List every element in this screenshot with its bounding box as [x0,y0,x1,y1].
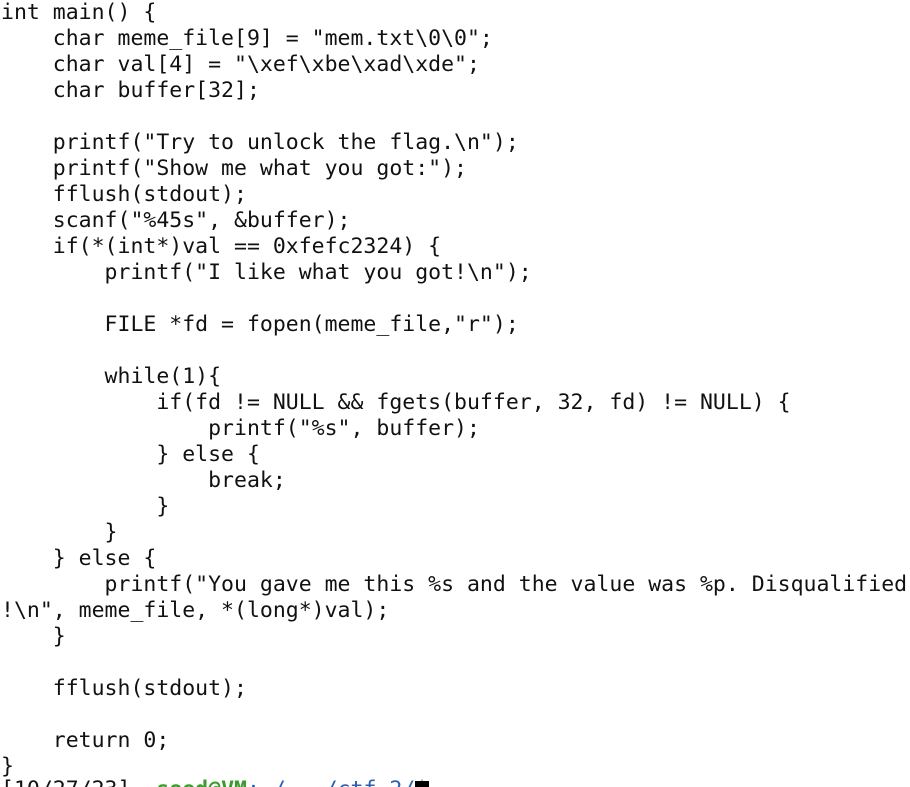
code-line: printf("%s", buffer); [1,416,480,441]
code-line: } [1,624,66,649]
code-line: FILE *fd = fopen(meme_file,"r"); [1,312,519,337]
code-line: return 0; [1,728,170,753]
code-line: fflush(stdout); [1,676,247,701]
code-line: fflush(stdout); [1,182,247,207]
prompt-path: :~/.../ctf_2/$ [247,777,428,787]
code-line: char val[4] = "\xef\xbe\xad\xde"; [1,52,480,77]
shell-prompt: [10/27/23] seed@VM:~/.../ctf_2/$ [1,777,428,787]
code-line: !\n", meme_file, *(long*)val); [1,598,390,623]
prompt-timestamp: [10/27/23] [1,777,130,787]
code-line: break; [1,468,286,493]
code-line: if(fd != NULL && fgets(buffer, 32, fd) !… [1,390,791,415]
code-line: } [1,520,118,545]
code-line: } [1,494,170,519]
code-line: int main() { [1,0,157,25]
code-line: printf("I like what you got!\n"); [1,260,532,285]
code-line: while(1){ [1,364,222,389]
code-line: printf("Show me what you got:"); [1,156,467,181]
code-line: } else { [1,546,157,571]
code-line: char meme_file[9] = "mem.txt\0\0"; [1,26,493,51]
code-line: char buffer[32]; [1,78,260,103]
code-line: scanf("%45s", &buffer); [1,208,351,233]
code-line: printf("Try to unlock the flag.\n"); [1,130,519,155]
code-line: } else { [1,442,260,467]
prompt-user: seed@VM [156,777,247,787]
terminal-cursor [415,781,429,787]
terminal-window[interactable]: int main() { char meme_file[9] = "mem.tx… [0,0,910,787]
code-line: printf("You gave me this %s and the valu… [1,572,908,597]
code-line: if(*(int*)val == 0xfefc2324) { [1,234,442,259]
code-listing: int main() { char meme_file[9] = "mem.tx… [1,0,907,780]
